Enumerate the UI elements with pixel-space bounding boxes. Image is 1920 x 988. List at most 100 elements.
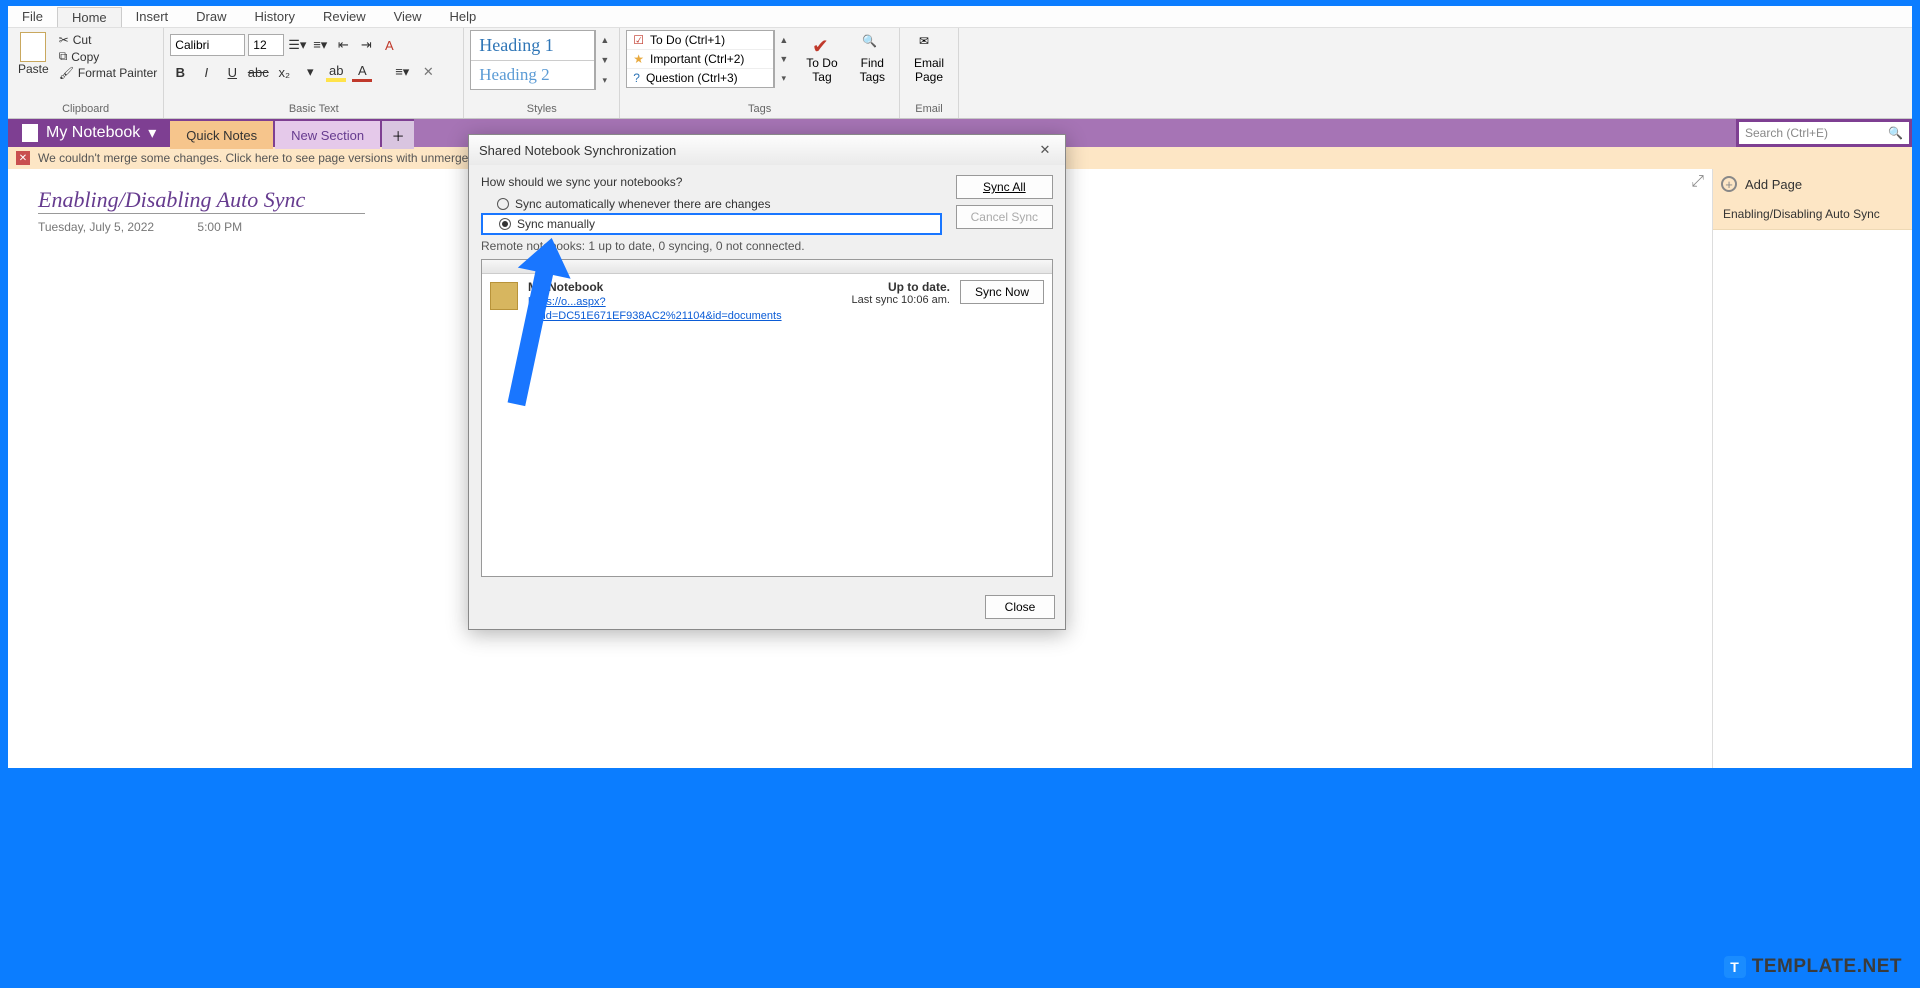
highlight-button[interactable]: ab bbox=[326, 62, 346, 82]
dialog-close-button[interactable]: ✕ bbox=[1035, 142, 1055, 158]
expand-icon[interactable]: ⤢ bbox=[1691, 173, 1704, 191]
copy-label: Copy bbox=[71, 50, 99, 64]
sync-now-button[interactable]: Sync Now bbox=[960, 280, 1044, 304]
fp-label: Format Painter bbox=[78, 66, 157, 80]
notebook-row-link[interactable]: https://o...aspx?resid=DC51E671EF938AC2%… bbox=[528, 296, 782, 322]
copy-button[interactable]: ⧉Copy bbox=[59, 48, 158, 65]
watermark: T TEMPLATE.NET bbox=[1724, 956, 1902, 978]
radio-sync-manual[interactable]: Sync manually bbox=[481, 213, 942, 235]
group-basic-text: ☰▾ ≡▾ ⇤ ⇥ A B I U abc x₂ ▾ ab A ≡▾ bbox=[164, 28, 464, 118]
group-label-basic-text: Basic Text bbox=[170, 101, 457, 118]
italic-button[interactable]: I bbox=[196, 62, 216, 82]
styles-down-button[interactable]: ▼ bbox=[596, 50, 613, 70]
tag-imp-label: Important (Ctrl+2) bbox=[650, 52, 744, 66]
notebook-icon bbox=[22, 124, 38, 142]
styles-up-button[interactable]: ▲ bbox=[596, 30, 613, 50]
sync-status: Remote notebooks: 1 up to date, 0 syncin… bbox=[481, 239, 1053, 253]
menu-draw[interactable]: Draw bbox=[182, 7, 240, 26]
menu-home[interactable]: Home bbox=[57, 7, 122, 27]
bold-button[interactable]: B bbox=[170, 62, 190, 82]
tags-up-button[interactable]: ▲ bbox=[775, 30, 792, 49]
styles-more-button[interactable]: ▾ bbox=[596, 70, 613, 90]
paste-label: Paste bbox=[18, 62, 49, 76]
radio-sync-auto[interactable]: Sync automatically whenever there are ch… bbox=[481, 195, 942, 213]
menu-review[interactable]: Review bbox=[309, 7, 380, 26]
tag-important[interactable]: ★ Important (Ctrl+2) bbox=[627, 50, 773, 69]
group-clipboard: Paste ✂Cut ⧉Copy 🖌Format Painter Clipboa… bbox=[8, 28, 164, 118]
radio-icon bbox=[497, 198, 509, 210]
styles-gallery[interactable]: Heading 1 Heading 2 bbox=[470, 30, 595, 90]
delete-button[interactable]: ✕ bbox=[418, 62, 438, 82]
page-list-item-current[interactable]: Enabling/Disabling Auto Sync bbox=[1713, 199, 1912, 230]
star-icon: ★ bbox=[633, 52, 644, 66]
notebook-row[interactable]: My Notebook https://o...aspx?resid=DC51E… bbox=[482, 274, 1052, 328]
merge-warning-text: We couldn't merge some changes. Click he… bbox=[38, 151, 527, 165]
ft-l2: Tags bbox=[860, 70, 885, 84]
tab-new-section[interactable]: New Section bbox=[275, 121, 380, 149]
outdent-button[interactable]: ⇤ bbox=[333, 35, 353, 55]
tag-question[interactable]: ?Question (Ctrl+3) bbox=[627, 69, 773, 87]
strike-button[interactable]: abc bbox=[248, 62, 268, 82]
close-button[interactable]: Close bbox=[985, 595, 1055, 619]
tags-more-button[interactable]: ▾ bbox=[775, 69, 792, 88]
subscript-button[interactable]: x₂ bbox=[274, 62, 294, 82]
numbering-button[interactable]: ≡▾ bbox=[310, 35, 330, 55]
style-heading1[interactable]: Heading 1 bbox=[471, 31, 594, 60]
email-l2: Page bbox=[915, 70, 943, 84]
copy-icon: ⧉ bbox=[59, 49, 68, 64]
cancel-sync-button[interactable]: Cancel Sync bbox=[956, 205, 1053, 229]
align-button[interactable]: ≡▾ bbox=[392, 62, 412, 82]
chevron-down-icon: ▾ bbox=[148, 123, 156, 143]
email-page-button[interactable]: ✉ Email Page bbox=[906, 30, 952, 84]
dialog-title: Shared Notebook Synchronization bbox=[479, 143, 676, 158]
sync-all-button[interactable]: Sync All bbox=[956, 175, 1053, 199]
font-color-button[interactable]: A bbox=[352, 62, 372, 82]
superscript-button[interactable]: ▾ bbox=[300, 62, 320, 82]
todo-l1: To Do bbox=[806, 56, 837, 70]
search-icon: 🔍 bbox=[1888, 126, 1903, 140]
format-painter-button[interactable]: 🖌Format Painter bbox=[59, 65, 158, 81]
notebook-state: Up to date. bbox=[852, 280, 950, 294]
tag-q-label: Question (Ctrl+3) bbox=[646, 71, 738, 85]
tags-gallery[interactable]: ☑To Do (Ctrl+1) ★ Important (Ctrl+2) ?Que… bbox=[626, 30, 774, 88]
style-heading2[interactable]: Heading 2 bbox=[471, 60, 594, 89]
tab-quick-notes[interactable]: Quick Notes bbox=[170, 121, 273, 149]
menu-insert[interactable]: Insert bbox=[122, 7, 183, 26]
menu-view[interactable]: View bbox=[380, 7, 436, 26]
notebook-list: My Notebook https://o...aspx?resid=DC51E… bbox=[481, 259, 1053, 577]
tag-todo[interactable]: ☑To Do (Ctrl+1) bbox=[627, 31, 773, 50]
font-size-combo[interactable] bbox=[248, 34, 284, 56]
paste-button[interactable]: Paste bbox=[14, 30, 53, 81]
todo-tag-button[interactable]: ✔ To Do Tag bbox=[798, 30, 845, 88]
group-label-email: Email bbox=[906, 101, 952, 118]
find-tags-button[interactable]: 🔍 Find Tags bbox=[852, 30, 893, 88]
checkbox-icon: ☑ bbox=[633, 33, 644, 47]
add-page-label: Add Page bbox=[1745, 177, 1802, 192]
cut-label: Cut bbox=[73, 33, 92, 47]
notebook-dropdown[interactable]: My Notebook ▾ bbox=[8, 119, 170, 147]
underline-button[interactable]: U bbox=[222, 62, 242, 82]
bullets-button[interactable]: ☰▾ bbox=[287, 35, 307, 55]
page-time: 5:00 PM bbox=[197, 220, 242, 234]
add-page-button[interactable]: + Add Page bbox=[1713, 169, 1912, 199]
group-label-clipboard: Clipboard bbox=[14, 101, 157, 118]
clear-formatting-button[interactable]: A bbox=[379, 35, 399, 55]
group-styles: Heading 1 Heading 2 ▲ ▼ ▾ Styles bbox=[464, 28, 620, 118]
list-header bbox=[482, 260, 1052, 274]
tags-down-button[interactable]: ▼ bbox=[775, 49, 792, 68]
email-l1: Email bbox=[914, 56, 944, 70]
page-title[interactable]: Enabling/Disabling Auto Sync bbox=[38, 187, 365, 214]
radio-manual-label: Sync manually bbox=[517, 217, 595, 231]
search-input[interactable]: Search (Ctrl+E)🔍 bbox=[1739, 122, 1909, 144]
menu-help[interactable]: Help bbox=[436, 7, 491, 26]
menu-file[interactable]: File bbox=[8, 7, 57, 26]
add-section-button[interactable]: ＋ bbox=[382, 121, 414, 149]
sync-question: How should we sync your notebooks? bbox=[481, 175, 942, 189]
cut-button[interactable]: ✂Cut bbox=[59, 32, 158, 48]
ft-l1: Find bbox=[861, 56, 884, 70]
font-name-combo[interactable] bbox=[170, 34, 245, 56]
notebook-name: My Notebook bbox=[46, 124, 140, 142]
indent-button[interactable]: ⇥ bbox=[356, 35, 376, 55]
close-icon[interactable]: ✕ bbox=[16, 151, 30, 165]
menu-history[interactable]: History bbox=[241, 7, 309, 26]
